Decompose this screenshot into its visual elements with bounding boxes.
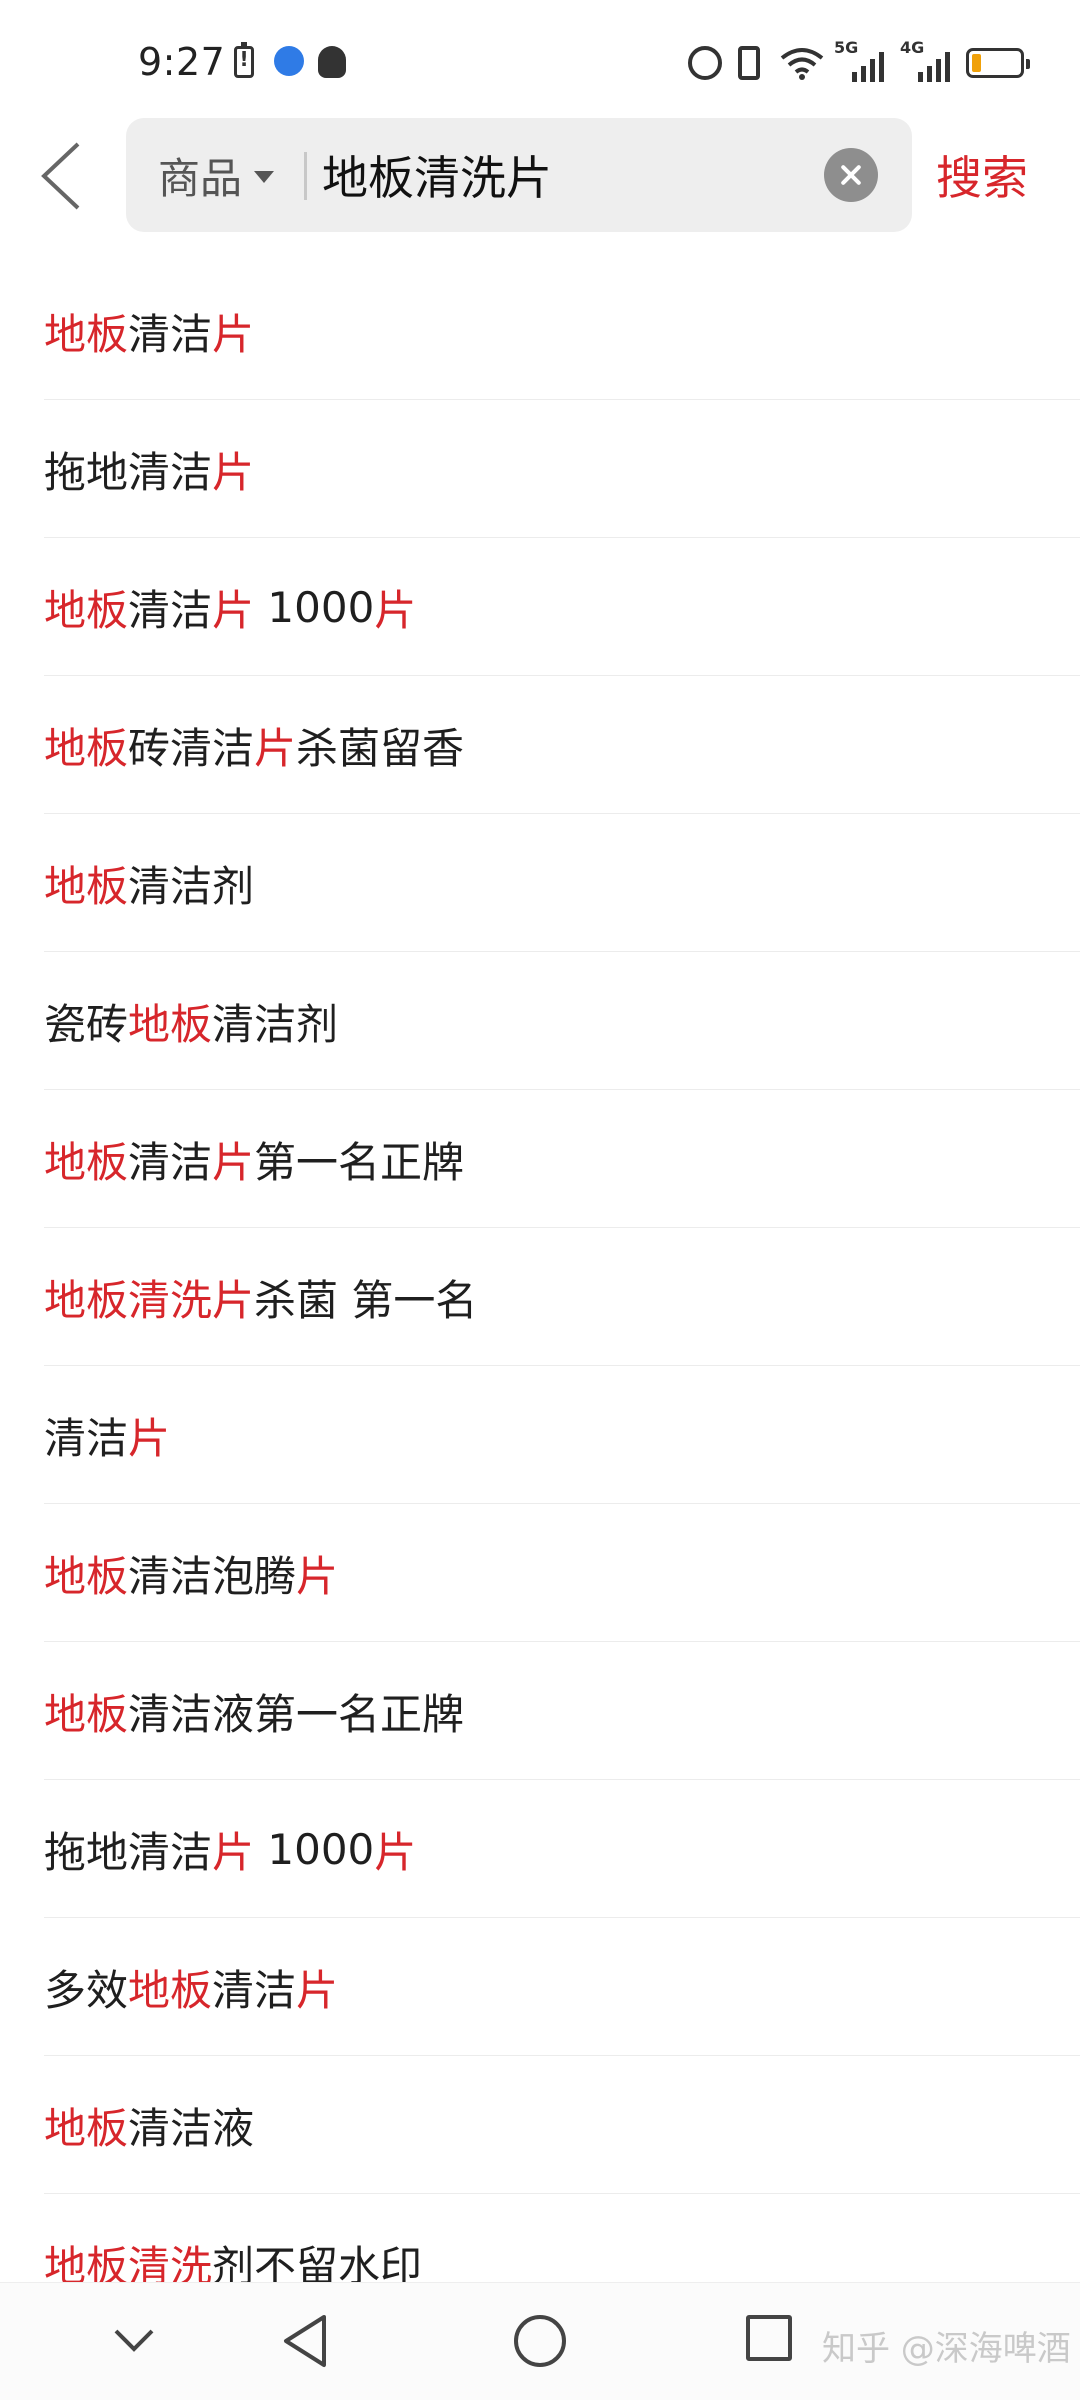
suggestion-highlight-text: 地板	[44, 1551, 129, 1601]
suggestion-text: 清洁	[128, 1137, 213, 1187]
suggestion-highlight-text: 地板清洗片	[44, 1275, 255, 1325]
suggestion-highlight-text: 地板	[44, 309, 129, 359]
search-scope-selector[interactable]: 商品	[158, 148, 275, 203]
suggestion-highlight-text: 片	[212, 447, 255, 497]
suggestion-text: 清洁泡腾	[128, 1551, 297, 1601]
suggestion-highlight-text: 片	[374, 585, 417, 635]
suggestion-text: 多效	[44, 1965, 129, 2015]
suggestion-highlight-text: 片	[212, 585, 255, 635]
suggestion-highlight-text: 片	[212, 1827, 255, 1877]
suggestion-item[interactable]: 多效 地板 清洁片	[0, 1918, 1080, 2056]
back-triangle-icon[interactable]	[280, 2313, 330, 2369]
suggestion-highlight-text: 片	[296, 1965, 339, 2015]
suggestion-highlight-text: 片	[254, 723, 297, 773]
suggestion-highlight-text: 地板	[44, 1689, 129, 1739]
suggestion-highlight-text: 地板	[44, 861, 129, 911]
suggestion-item[interactable]: 地板 清洁液第一名正牌	[0, 1642, 1080, 1780]
wifi-icon	[780, 48, 824, 80]
nav-bar: 知乎 @深海啤酒	[0, 2282, 1080, 2400]
suggestion-text: 清洁	[128, 585, 213, 635]
app-notification-icon	[274, 46, 304, 76]
battery-alert-icon	[234, 42, 254, 78]
suggestion-text: 拖地清洁	[44, 447, 213, 497]
suggestion-text: 1000	[254, 582, 375, 632]
status-time: 9:27	[138, 40, 226, 84]
search-scope-label: 商品	[158, 153, 243, 203]
suggestion-text: 清洁剂	[212, 999, 339, 1049]
battery-level-fill	[972, 54, 981, 72]
suggestion-text: 1000	[254, 1824, 375, 1874]
suggestion-highlight-text: 片	[212, 1137, 255, 1187]
battery-icon	[966, 48, 1030, 78]
search-box: 商品	[126, 118, 912, 232]
suggestion-item[interactable]: 地板 清洁泡腾片	[0, 1504, 1080, 1642]
status-bar: 9:27 5G 4G	[0, 0, 1080, 118]
suggestion-text: 清洁剂	[128, 861, 255, 911]
suggestion-highlight-text: 地板	[128, 1965, 213, 2015]
search-button[interactable]: 搜索	[936, 142, 1028, 208]
back-button[interactable]	[38, 140, 88, 212]
qq-icon	[318, 46, 346, 78]
watermark: 知乎 @深海啤酒	[822, 2329, 1071, 2369]
suggestion-item[interactable]: 清洁片	[0, 1366, 1080, 1504]
suggestion-item[interactable]: 地板 清洁片第一名正牌	[0, 1090, 1080, 1228]
search-divider	[304, 152, 307, 200]
suggestion-text: 杀菌 第一名	[254, 1275, 478, 1325]
suggestion-item[interactable]: 地板 清洁片 1000 片	[0, 538, 1080, 676]
vibrate-icon	[738, 46, 760, 80]
suggestion-item[interactable]: 地板 清洁剂	[0, 814, 1080, 952]
suggestion-highlight-text: 片	[296, 1551, 339, 1601]
suggestion-highlight-text: 片	[128, 1413, 171, 1463]
suggestion-highlight-text: 地板	[44, 723, 129, 773]
suggestion-text: 清洁液第一名正牌	[128, 1689, 465, 1739]
suggestion-item[interactable]: 瓷砖 地板 清洁剂	[0, 952, 1080, 1090]
suggestion-item[interactable]: 拖地清洁片	[0, 400, 1080, 538]
suggestion-highlight-text: 地板	[44, 585, 129, 635]
suggestion-highlight-text: 地板	[128, 999, 213, 1049]
collapse-icon[interactable]	[112, 2321, 156, 2361]
suggestion-text: 清洁	[44, 1413, 129, 1463]
suggestion-text: 清洁	[128, 309, 213, 359]
suggestion-item[interactable]: 地板清洗片 杀菌 第一名	[0, 1228, 1080, 1366]
alarm-icon	[688, 46, 722, 80]
search-input[interactable]	[322, 142, 822, 208]
suggestion-text: 拖地清洁	[44, 1827, 213, 1877]
clear-search-button[interactable]	[824, 148, 878, 202]
suggestion-text: 清洁液	[128, 2103, 255, 2153]
recents-square-icon[interactable]	[746, 2315, 792, 2361]
home-circle-icon[interactable]	[514, 2315, 566, 2367]
suggestion-list: 地板 清洁片拖地清洁片地板 清洁片 1000 片地板 砖清洁片杀菌留香 地板 清洁剂 瓷砖 地板…	[0, 262, 1080, 2332]
screen: 9:27 5G 4G	[0, 0, 1080, 2400]
caret-down-icon	[254, 171, 275, 183]
suggestion-text: 砖清洁	[128, 723, 255, 773]
suggestion-text: 清洁	[212, 1965, 297, 2015]
suggestion-text: 瓷砖	[44, 999, 129, 1049]
suggestion-item[interactable]: 地板 砖清洁片杀菌留香	[0, 676, 1080, 814]
suggestion-text: 第一名正牌	[254, 1137, 465, 1187]
suggestion-highlight-text: 地板	[44, 2103, 129, 2153]
suggestion-highlight-text: 地板	[44, 1137, 129, 1187]
suggestion-item[interactable]: 拖地清洁片 1000 片	[0, 1780, 1080, 1918]
suggestion-item[interactable]: 地板 清洁片	[0, 262, 1080, 400]
suggestion-text: 杀菌留香	[296, 723, 465, 773]
suggestion-item[interactable]: 地板 清洁液	[0, 2056, 1080, 2194]
suggestion-highlight-text: 片	[212, 309, 255, 359]
suggestion-highlight-text: 片	[374, 1827, 417, 1877]
